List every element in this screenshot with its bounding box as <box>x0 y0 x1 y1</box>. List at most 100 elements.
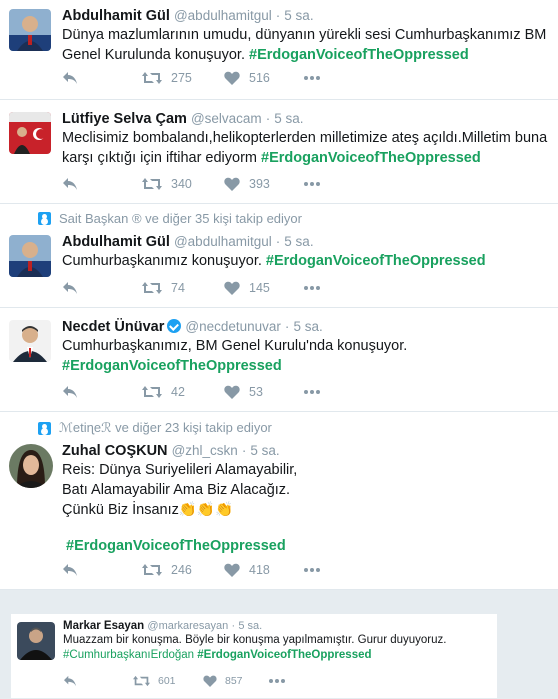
separator: · <box>265 111 271 126</box>
social-context-text[interactable]: Sait Başkan ® ve diğer 35 kişi takip edi… <box>59 211 302 226</box>
username[interactable]: @zhl_cskn <box>172 443 238 458</box>
avatar[interactable] <box>17 622 55 660</box>
like-button[interactable]: 53 <box>224 385 304 399</box>
fullname[interactable]: Abdulhamit Gül <box>62 234 170 250</box>
retweet-icon <box>142 282 162 294</box>
hashtag-link[interactable]: #CumhurbaşkanıErdoğan <box>63 649 194 661</box>
fullname[interactable]: Lütfiye Selva Çam <box>62 111 187 127</box>
reply-button[interactable] <box>63 675 133 687</box>
tweet-body: Muazzam bir konuşma. Böyle bir konuşma y… <box>63 634 447 646</box>
separator: · <box>231 620 236 632</box>
tweet[interactable]: Lütfiye Selva Çam @selvacam · 5 sa. Mecl… <box>0 100 558 204</box>
separator: · <box>275 234 281 249</box>
timestamp[interactable]: 5 sa. <box>284 8 313 23</box>
retweet-button[interactable]: 275 <box>142 71 224 85</box>
hashtag-link[interactable]: #ErdoganVoiceofTheOppressed <box>62 358 282 374</box>
username[interactable]: @markaresayan <box>147 620 228 632</box>
retweet-button[interactable]: 74 <box>142 281 224 295</box>
retweet-button[interactable]: 42 <box>142 385 224 399</box>
fullname[interactable]: Zuhal COŞKUN <box>62 443 168 459</box>
avatar[interactable] <box>9 9 51 51</box>
reply-button[interactable] <box>62 71 142 85</box>
avatar[interactable] <box>9 444 53 488</box>
timestamp[interactable]: 5 sa. <box>250 443 279 458</box>
tweet-body: Cumhurbaşkanımız, BM Genel Kurulu'nda ko… <box>62 338 408 354</box>
retweet-button[interactable]: 601 <box>133 675 203 687</box>
social-context-text[interactable]: ℳetiɳeℛ ve diğer 23 kişi takip ediyor <box>59 420 272 436</box>
tweet[interactable]: ℳetiɳeℛ ve diğer 23 kişi takip ediyor Zu… <box>0 412 558 590</box>
social-context: Sait Başkan ® ve diğer 35 kişi takip edi… <box>38 211 302 226</box>
like-button[interactable]: 418 <box>224 563 304 577</box>
separator: · <box>284 319 290 334</box>
like-count: 516 <box>249 71 270 85</box>
like-button[interactable]: 516 <box>224 71 304 85</box>
like-button[interactable]: 857 <box>203 675 269 687</box>
tweet[interactable]: Necdet Ünüvar @necdetunuvar · 5 sa. Cumh… <box>0 308 558 412</box>
hashtag-link[interactable]: #ErdoganVoiceofTheOppressed <box>249 47 469 63</box>
separator: · <box>241 443 247 458</box>
timestamp[interactable]: 5 sa. <box>284 234 313 249</box>
timestamp[interactable]: 5 sa. <box>238 620 262 632</box>
tweet-text: Cumhurbaşkanımız, BM Genel Kurulu'nda ko… <box>62 336 548 376</box>
reply-icon <box>63 282 77 294</box>
avatar[interactable] <box>9 112 51 154</box>
retweet-count: 246 <box>171 563 192 577</box>
tweet[interactable]: Abdulhamit Gül @abdulhamitgul · 5 sa. Dü… <box>0 0 558 100</box>
fullname[interactable]: Necdet Ünüvar <box>62 319 164 335</box>
more-icon[interactable] <box>269 679 287 683</box>
retweet-button[interactable]: 340 <box>142 177 224 191</box>
tweet-actions: 275 516 <box>62 68 322 88</box>
retweet-count: 340 <box>171 177 192 191</box>
tweet-header: Markar Esayan @markaresayan · 5 sa. <box>63 619 487 633</box>
tweet-text: Dünya mazlumlarının umudu, dünyanın yüre… <box>62 25 548 65</box>
username[interactable]: @abdulhamitgul <box>174 234 272 249</box>
tweet-header: Zuhal COŞKUN @zhl_cskn · 5 sa. <box>62 442 548 460</box>
like-button[interactable]: 393 <box>224 177 304 191</box>
clapping-emoji: 👏👏👏 <box>178 502 234 518</box>
hashtag-link[interactable]: #ErdoganVoiceofTheOppressed <box>66 538 286 554</box>
reply-button[interactable] <box>62 281 142 295</box>
more-icon[interactable] <box>304 390 322 394</box>
reply-button[interactable] <box>62 563 142 577</box>
tweet-line: Çünkü Biz İnsanız👏👏👏 <box>62 500 548 520</box>
retweet-button[interactable]: 246 <box>142 563 224 577</box>
fullname[interactable]: Abdulhamit Gül <box>62 8 170 24</box>
like-button[interactable]: 145 <box>224 281 304 295</box>
tweet-text: Reis: Dünya Suriyelileri Alamayabilir, B… <box>62 460 548 556</box>
like-icon <box>224 71 240 85</box>
more-icon[interactable] <box>304 568 322 572</box>
reply-button[interactable] <box>62 385 142 399</box>
like-count: 145 <box>249 281 270 295</box>
hashtag-link[interactable]: #ErdoganVoiceofTheOppressed <box>197 649 371 661</box>
avatar[interactable] <box>9 235 51 277</box>
tweet[interactable]: Markar Esayan @markaresayan · 5 sa. Muaz… <box>10 613 498 699</box>
like-icon <box>224 177 240 191</box>
hashtag-link[interactable]: #ErdoganVoiceofTheOppressed <box>261 150 481 166</box>
like-count: 393 <box>249 177 270 191</box>
timestamp[interactable]: 5 sa. <box>274 111 303 126</box>
tweet-text: Muazzam bir konuşma. Böyle bir konuşma y… <box>63 633 487 663</box>
retweet-icon <box>142 178 162 190</box>
retweet-count: 275 <box>171 71 192 85</box>
tweet-text: Meclisimiz bombalandı,helikopterlerden m… <box>62 128 548 168</box>
fullname[interactable]: Markar Esayan <box>63 620 144 632</box>
more-icon[interactable] <box>304 76 322 80</box>
more-icon[interactable] <box>304 182 322 186</box>
tweet-header: Necdet Ünüvar @necdetunuvar · 5 sa. <box>62 318 548 336</box>
reply-button[interactable] <box>62 177 142 191</box>
retweet-icon <box>133 675 150 687</box>
like-count: 53 <box>249 385 263 399</box>
username[interactable]: @necdetunuvar <box>185 319 281 334</box>
like-icon <box>224 385 240 399</box>
reply-icon <box>63 72 77 84</box>
like-icon <box>224 281 240 295</box>
retweet-icon <box>142 386 162 398</box>
username[interactable]: @abdulhamitgul <box>174 8 272 23</box>
tweet[interactable]: Sait Başkan ® ve diğer 35 kişi takip edi… <box>0 204 558 308</box>
hashtag-link[interactable]: #ErdoganVoiceofTheOppressed <box>266 253 486 269</box>
separator: · <box>275 8 281 23</box>
timestamp[interactable]: 5 sa. <box>293 319 322 334</box>
username[interactable]: @selvacam <box>191 111 262 126</box>
more-icon[interactable] <box>304 286 322 290</box>
avatar[interactable] <box>9 320 51 362</box>
